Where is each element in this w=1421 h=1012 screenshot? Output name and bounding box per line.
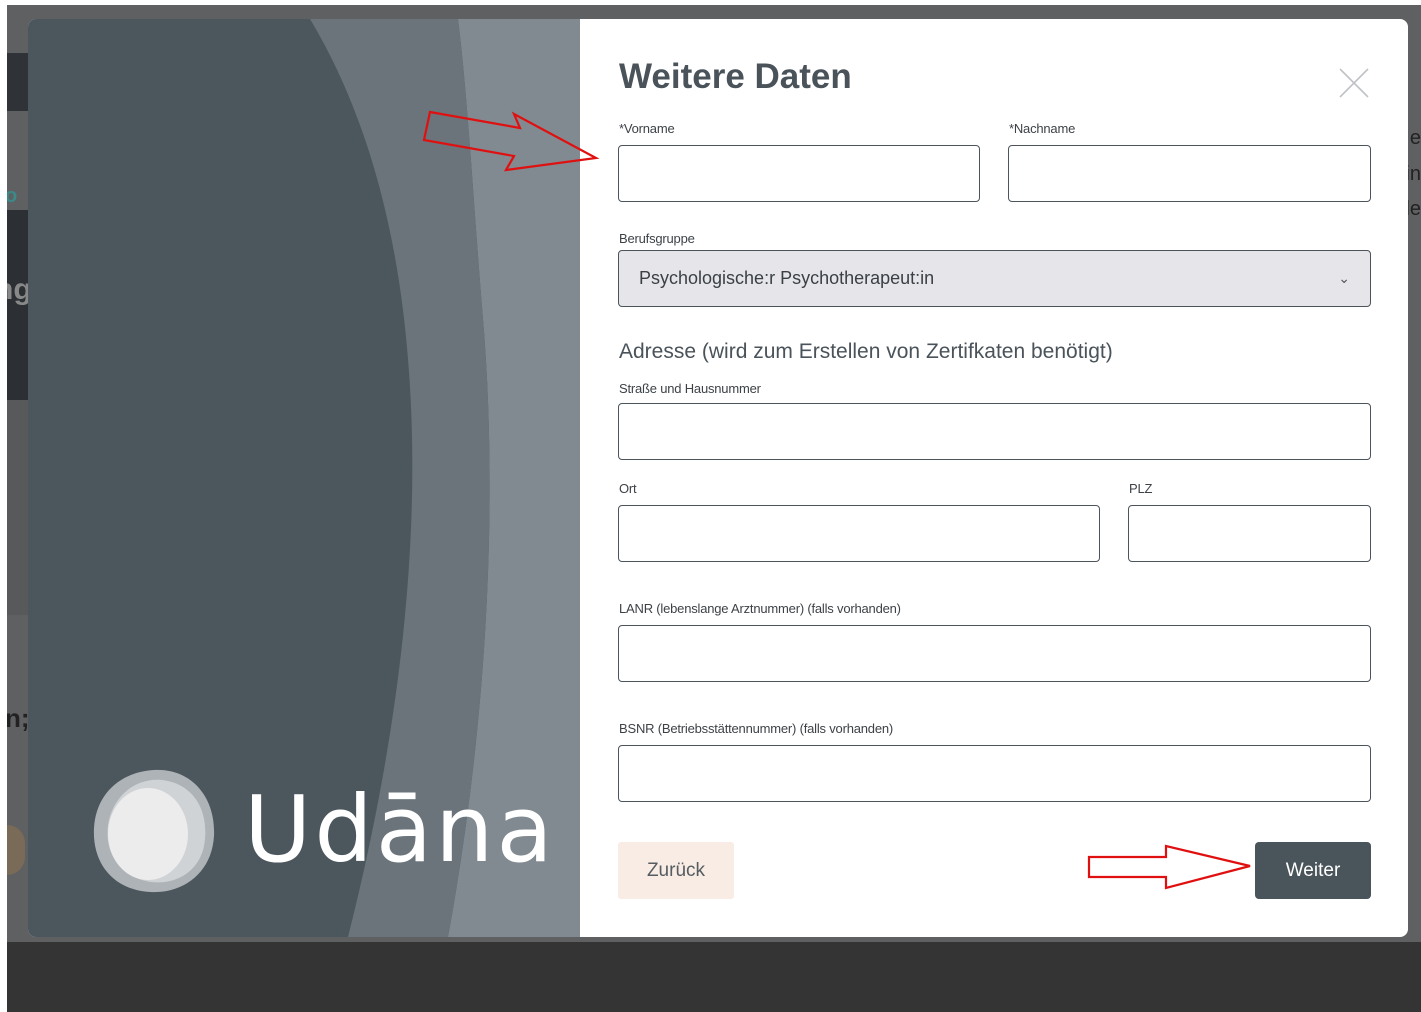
berufsgruppe-label: Berufsgruppe	[619, 231, 695, 246]
chevron-down-icon: ⌄	[1338, 270, 1350, 286]
bsnr-input[interactable]	[618, 745, 1371, 802]
next-button[interactable]: Weiter	[1255, 842, 1371, 899]
back-button[interactable]: Zurück	[618, 842, 734, 899]
annotation-arrow-icon	[422, 110, 600, 172]
close-icon[interactable]	[1336, 65, 1372, 101]
vorname-input[interactable]	[618, 145, 980, 202]
lanr-input[interactable]	[618, 625, 1371, 682]
lanr-label: LANR (lebenslange Arztnummer) (falls vor…	[619, 601, 901, 616]
modal-title: Weitere Daten	[619, 57, 852, 96]
background-footer	[7, 942, 1421, 1012]
form-panel: Weitere Daten *Vorname *Nachname Berufsg…	[580, 19, 1408, 937]
bsnr-label: BSNR (Betriebsstättennummer) (falls vorh…	[619, 721, 894, 736]
strasse-input[interactable]	[618, 403, 1371, 460]
strasse-label: Straße und Hausnummer	[619, 381, 761, 396]
berufsgruppe-selected-value: Psychologische:r Psychotherapeut:in	[639, 268, 935, 288]
berufsgruppe-select[interactable]: Psychologische:r Psychotherapeut:in ⌄	[618, 250, 1371, 307]
annotation-arrow-icon	[1087, 844, 1251, 890]
nachname-input[interactable]	[1008, 145, 1371, 202]
background-text: n;	[7, 703, 30, 733]
background-text: e	[1409, 127, 1421, 149]
plz-input[interactable]	[1128, 505, 1371, 562]
background-text: o	[7, 185, 18, 207]
vorname-label: *Vorname	[619, 121, 675, 136]
weitere-daten-modal: Udāna Weitere Daten *Vorname *Nachname B…	[28, 19, 1408, 937]
background-orange-shape	[7, 825, 25, 875]
ort-input[interactable]	[618, 505, 1100, 562]
logo-text: Udāna	[244, 776, 556, 883]
udana-logo-icon	[93, 769, 215, 893]
plz-label: PLZ	[1129, 481, 1153, 496]
address-heading: Adresse (wird zum Erstellen von Zertifka…	[619, 340, 1113, 363]
udana-logo: Udāna	[88, 764, 556, 896]
nachname-label: *Nachname	[1009, 121, 1076, 136]
ort-label: Ort	[619, 481, 637, 496]
